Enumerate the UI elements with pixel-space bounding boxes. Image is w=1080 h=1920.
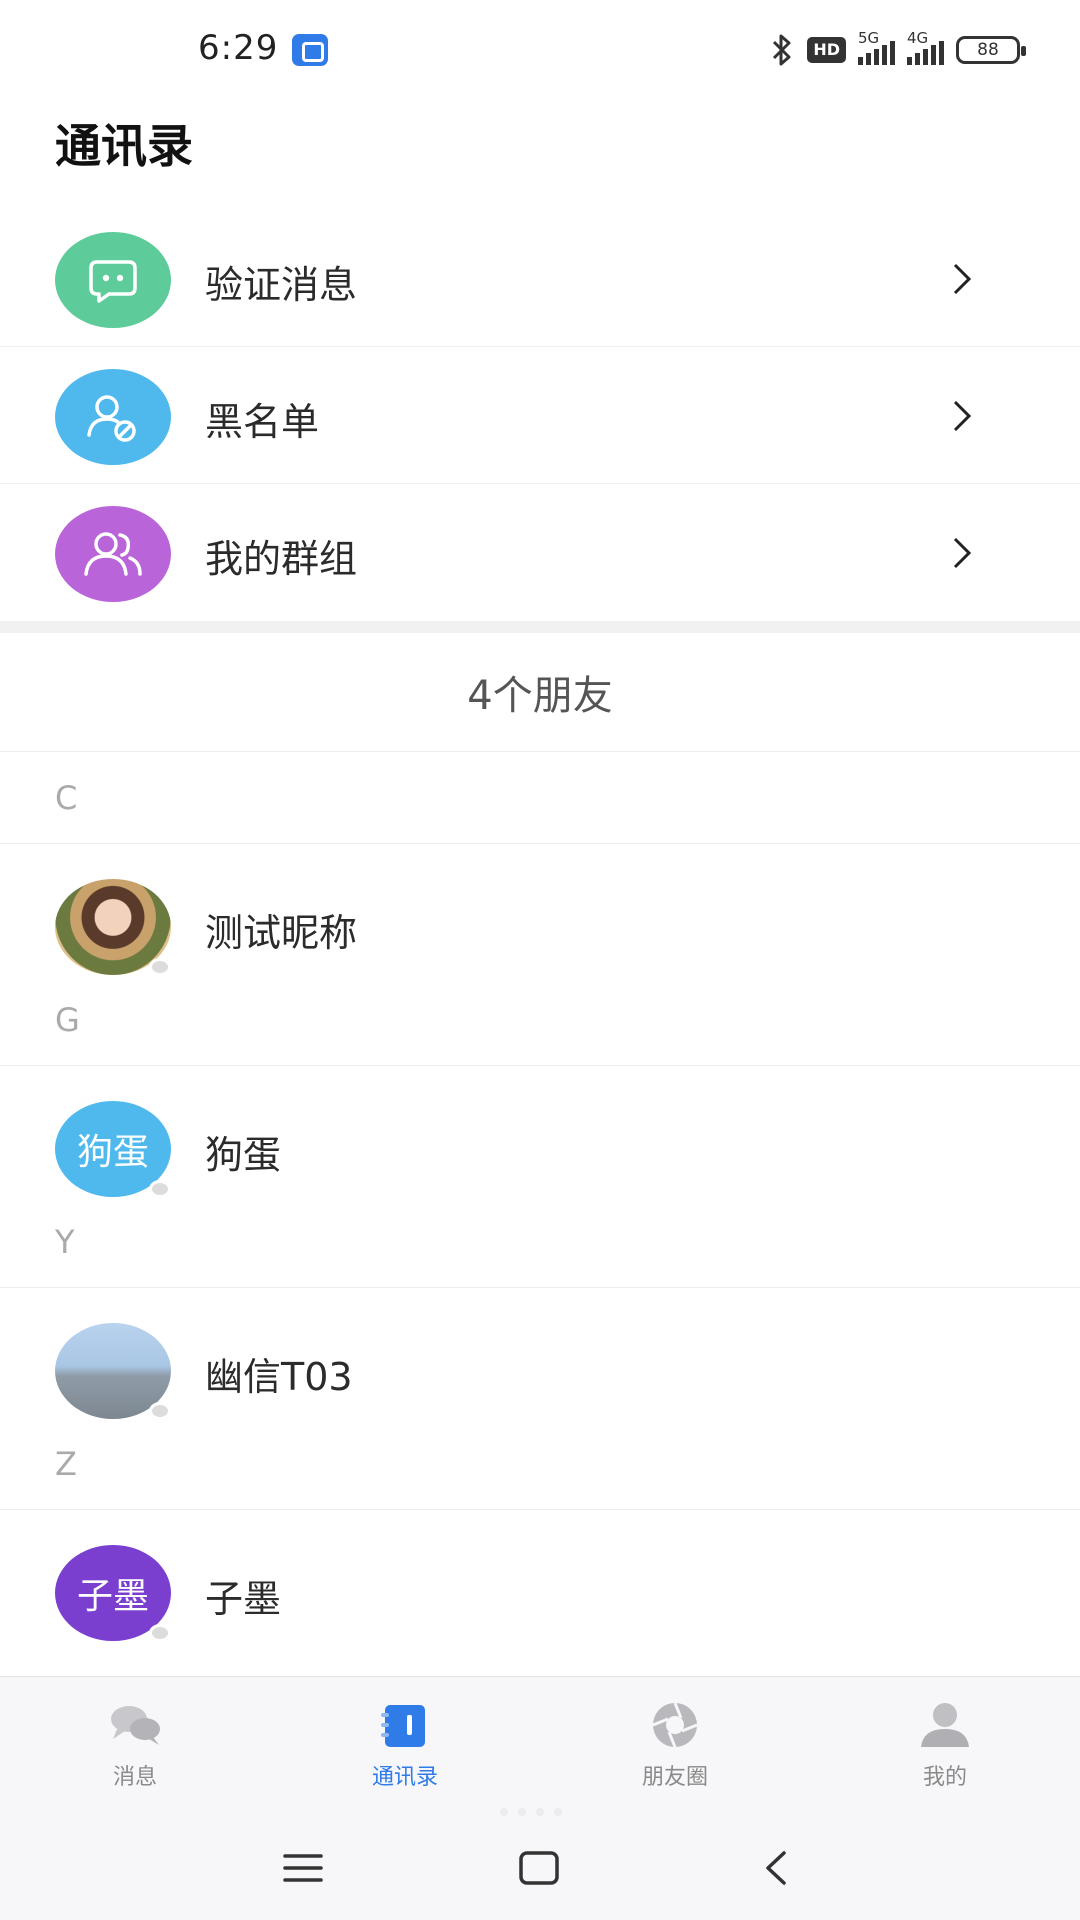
menu-item-label: 黑名单: [205, 400, 320, 444]
bottom-tab-bar: 消息 通讯录 朋友圈 我的: [0, 1676, 1080, 1816]
person-icon: [921, 1703, 969, 1747]
section-letter: G: [0, 974, 1080, 1066]
hd-voice-badge: HD: [807, 37, 846, 63]
signal-5g-icon: 5G: [858, 29, 895, 65]
system-navigation-bar: [0, 1816, 1080, 1920]
status-time: 6:29: [198, 28, 279, 68]
contact-name: 幽信T03: [205, 1355, 353, 1399]
tab-label: 我的: [922, 1765, 967, 1790]
online-status-dot: [149, 1402, 171, 1420]
online-status-dot: [149, 1180, 171, 1198]
menu-item-label: 我的群组: [205, 537, 358, 581]
chat-bubble-icon: [55, 232, 171, 328]
chat-bubbles-icon: [111, 1706, 160, 1745]
menu-item-label: 验证消息: [205, 263, 358, 307]
page-title: 通讯录: [55, 119, 193, 173]
app-notification-icon: [292, 34, 328, 66]
menu-item-verify-messages[interactable]: 验证消息: [0, 210, 1080, 347]
tab-label: 朋友圈: [641, 1765, 708, 1790]
status-bar: 6:29 HD 5G 4G 88: [0, 0, 1080, 100]
contacts-book-icon: [381, 1705, 425, 1747]
menu-icon[interactable]: [282, 1850, 324, 1886]
tab-moments[interactable]: 朋友圈: [540, 1677, 810, 1817]
contact-row[interactable]: 测试昵称: [0, 844, 1080, 976]
tab-label: 消息: [112, 1765, 157, 1790]
tab-label: 通讯录: [371, 1765, 438, 1790]
contact-row[interactable]: 狗蛋 狗蛋: [0, 1066, 1080, 1198]
contact-row[interactable]: 子墨 子墨: [0, 1510, 1080, 1642]
tab-me[interactable]: 我的: [810, 1677, 1080, 1817]
aperture-icon: [652, 1702, 698, 1748]
group-users-icon: [55, 506, 171, 602]
friend-count: 4个朋友: [0, 632, 1080, 752]
home-icon[interactable]: [518, 1850, 560, 1886]
signal-4g-icon: 4G: [907, 29, 944, 65]
chevron-right-icon: [953, 263, 972, 295]
user-blocked-icon: [55, 369, 171, 465]
chevron-right-icon: [953, 400, 972, 432]
tab-messages[interactable]: 消息: [0, 1677, 270, 1817]
menu-item-blacklist[interactable]: 黑名单: [0, 347, 1080, 484]
chevron-right-icon: [953, 537, 972, 569]
back-icon[interactable]: [760, 1850, 790, 1886]
contact-list: C 测试昵称 G 狗蛋 狗蛋 Y 幽信T03 Z 子墨 子墨: [0, 752, 1080, 1642]
page-indicator: [500, 1808, 562, 1816]
section-letter: Z: [0, 1418, 1080, 1510]
online-status-dot: [149, 958, 171, 976]
online-status-dot: [149, 1624, 171, 1642]
contact-row[interactable]: 幽信T03: [0, 1288, 1080, 1420]
status-indicators: HD 5G 4G 88: [769, 29, 1026, 70]
section-letter: Y: [0, 1196, 1080, 1288]
section-letter: C: [0, 752, 1080, 844]
contact-name: 测试昵称: [205, 911, 358, 955]
menu-item-my-groups[interactable]: 我的群组: [0, 484, 1080, 621]
tab-contacts[interactable]: 通讯录: [270, 1677, 540, 1817]
contacts-menu: 验证消息 黑名单 我的群组: [0, 210, 1080, 633]
contact-name: 子墨: [205, 1577, 282, 1621]
battery-icon: 88: [956, 36, 1026, 64]
contact-name: 狗蛋: [205, 1133, 282, 1177]
bluetooth-icon: [773, 34, 791, 66]
